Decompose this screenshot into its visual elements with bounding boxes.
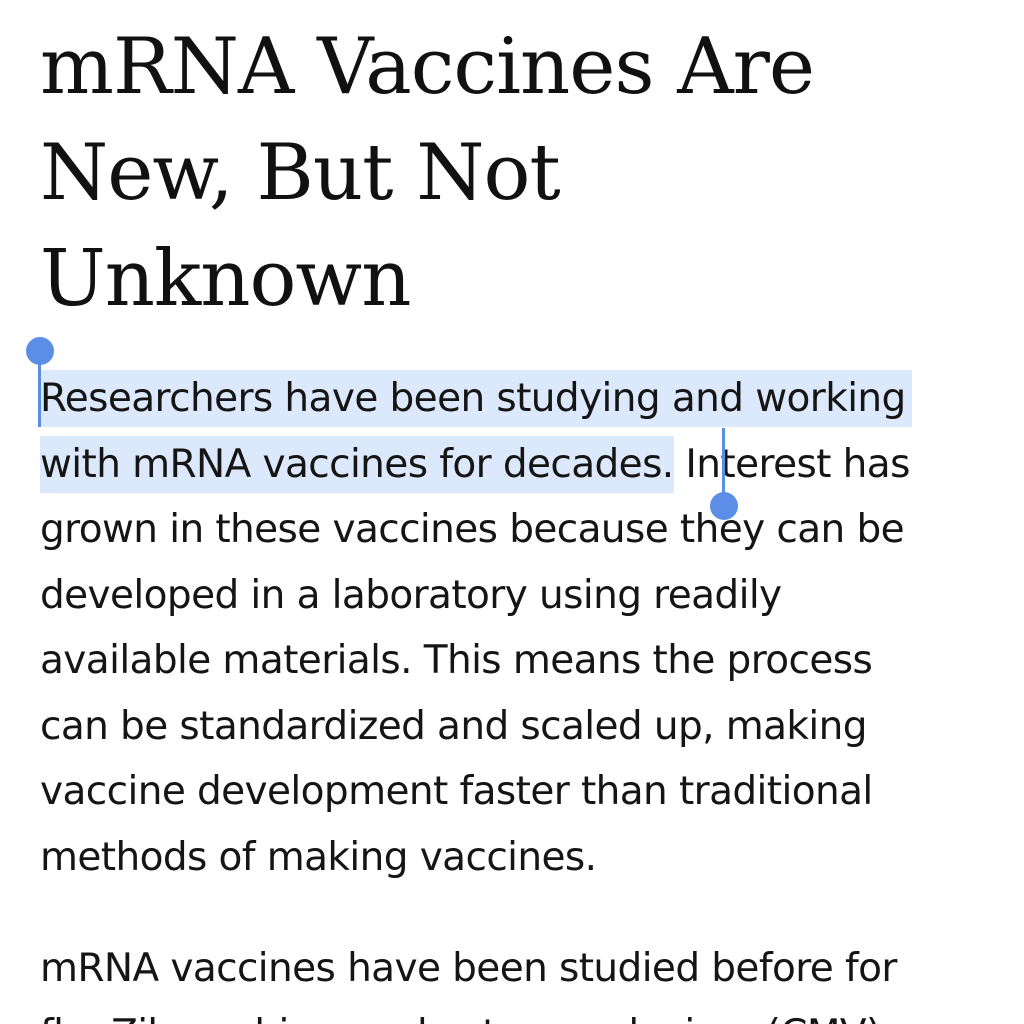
paragraph-line[interactable]: flu, Zika, rabies, and cytomegalovirus (… — [40, 1002, 990, 1024]
selected-text[interactable]: Researchers have been studying and worki… — [40, 376, 912, 421]
paragraph-line[interactable]: available materials. This means the proc… — [40, 628, 990, 694]
paragraph-line[interactable]: grown in these vaccines because they can… — [40, 497, 990, 563]
paragraph-line[interactable]: methods of making vaccines. — [40, 825, 990, 891]
article-page: mRNA Vaccines Are New, But Not Unknown R… — [0, 0, 1024, 1024]
paragraph-1[interactable]: Researchers have been studying and worki… — [40, 366, 990, 890]
headline-line: Unknown — [40, 234, 411, 324]
paragraph-2[interactable]: mRNA vaccines have been studied before f… — [40, 936, 990, 1024]
paragraph-line[interactable]: Researchers have been studying and worki… — [40, 366, 990, 432]
selection-start-caret — [38, 355, 41, 427]
selection-end-handle[interactable] — [710, 428, 740, 522]
selection-end-knob[interactable] — [710, 492, 738, 520]
paragraph-line[interactable]: with mRNA vaccines for decades. Interest… — [40, 432, 990, 498]
paragraph-line[interactable]: developed in a laboratory using readily — [40, 563, 990, 629]
selected-text[interactable]: with mRNA vaccines for decades. — [40, 441, 674, 487]
paragraph-line[interactable]: vaccine development faster than traditio… — [40, 759, 990, 825]
headline-line: New, But Not — [40, 128, 561, 218]
article-headline: mRNA Vaccines Are New, But Not Unknown — [40, 14, 980, 332]
selection-end-caret — [722, 428, 725, 498]
paragraph-line[interactable]: can be standardized and scaled up, makin… — [40, 694, 990, 760]
headline-line: mRNA Vaccines Are — [40, 22, 815, 112]
selection-start-handle[interactable] — [26, 337, 54, 429]
paragraph-line[interactable]: mRNA vaccines have been studied before f… — [40, 936, 990, 1002]
